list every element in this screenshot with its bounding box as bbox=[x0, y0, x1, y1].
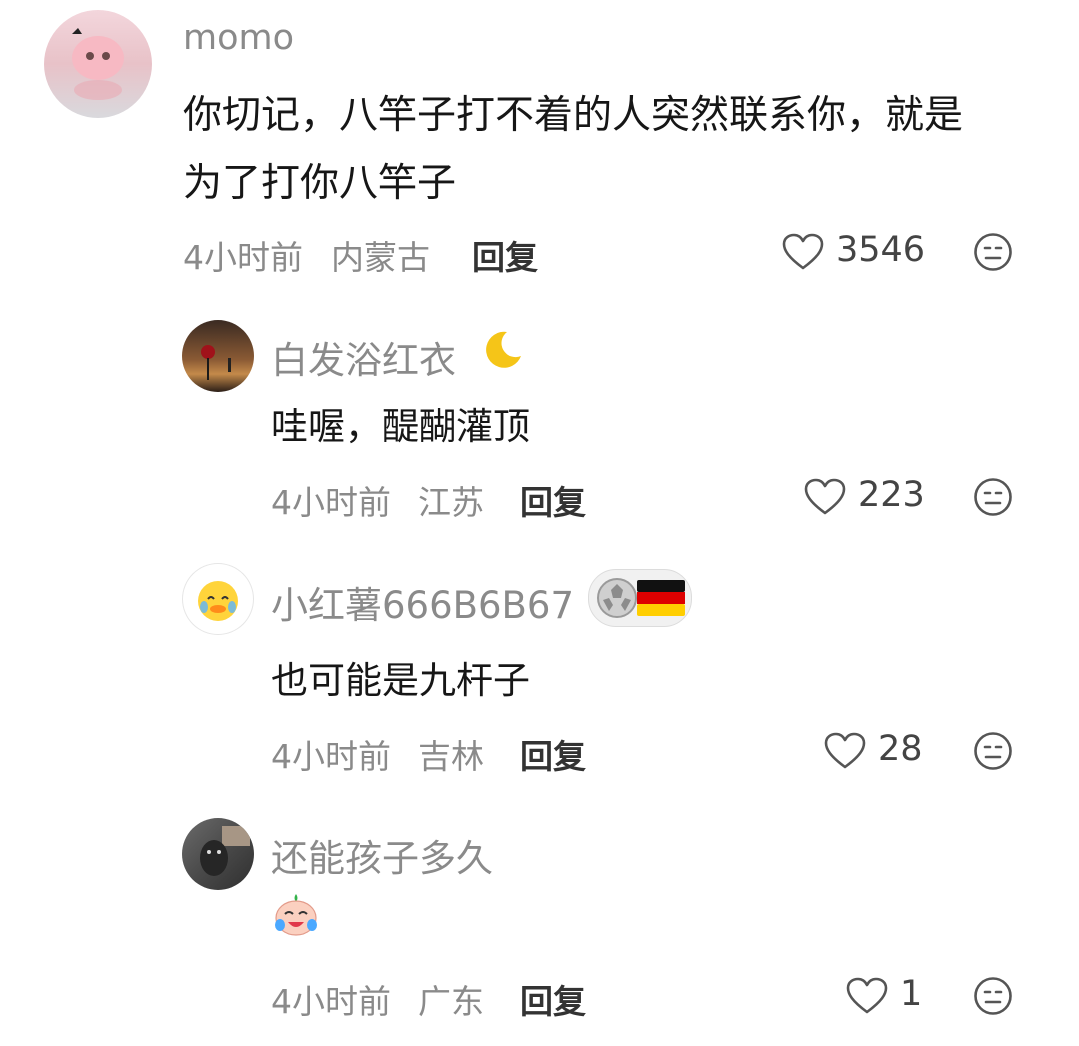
meh-face-icon[interactable] bbox=[973, 976, 1013, 1016]
comment-time: 4小时前 bbox=[183, 238, 303, 277]
heart-outline-icon[interactable] bbox=[782, 233, 824, 271]
comment-username[interactable]: momo bbox=[183, 18, 294, 58]
comment-username[interactable]: 还能孩子多久 bbox=[271, 828, 493, 882]
comment-location: 吉林 bbox=[418, 737, 484, 776]
avatar[interactable] bbox=[44, 10, 152, 118]
reply-button[interactable]: 回复 bbox=[520, 730, 586, 778]
comment-time: 4小时前 bbox=[271, 982, 391, 1021]
heart-outline-icon[interactable] bbox=[804, 478, 846, 516]
like-count: 28 bbox=[878, 729, 923, 769]
like-count: 223 bbox=[858, 475, 925, 515]
reply-button[interactable]: 回复 bbox=[472, 231, 538, 279]
comment-text-line: 你切记，八竿子打不着的人突然联系你，就是 bbox=[183, 93, 964, 138]
like-count: 1 bbox=[900, 974, 923, 1014]
heart-outline-icon[interactable] bbox=[846, 977, 888, 1015]
comment-location: 内蒙古 bbox=[331, 238, 430, 277]
meh-face-icon[interactable] bbox=[973, 232, 1013, 272]
meh-face-icon[interactable] bbox=[973, 477, 1013, 517]
avatar[interactable] bbox=[182, 320, 254, 392]
like-count: 3546 bbox=[836, 230, 926, 270]
crescent-moon-icon bbox=[486, 331, 521, 368]
comment-text-line: 也可能是九杆子 bbox=[271, 659, 530, 702]
comment-time: 4小时前 bbox=[271, 737, 391, 776]
comment-location: 广东 bbox=[418, 982, 484, 1021]
comment-time: 4小时前 bbox=[271, 483, 391, 522]
avatar[interactable] bbox=[182, 563, 254, 635]
comment-location: 江苏 bbox=[418, 483, 484, 522]
germany-flag-badge bbox=[588, 569, 692, 627]
comment-username[interactable]: 小红薯666B6B67 bbox=[271, 575, 574, 629]
meh-face-icon[interactable] bbox=[973, 731, 1013, 771]
comment-username[interactable]: 白发浴红衣 bbox=[271, 330, 456, 384]
crying-laughing-emoji bbox=[275, 894, 317, 936]
reply-button[interactable]: 回复 bbox=[520, 975, 586, 1023]
reply-button[interactable]: 回复 bbox=[520, 476, 586, 524]
comment-text-line: 哇喔，醍醐灌顶 bbox=[271, 405, 530, 448]
heart-outline-icon[interactable] bbox=[824, 732, 866, 770]
comment-text-line: 为了打你八竿子 bbox=[183, 161, 457, 206]
avatar[interactable] bbox=[182, 818, 254, 890]
